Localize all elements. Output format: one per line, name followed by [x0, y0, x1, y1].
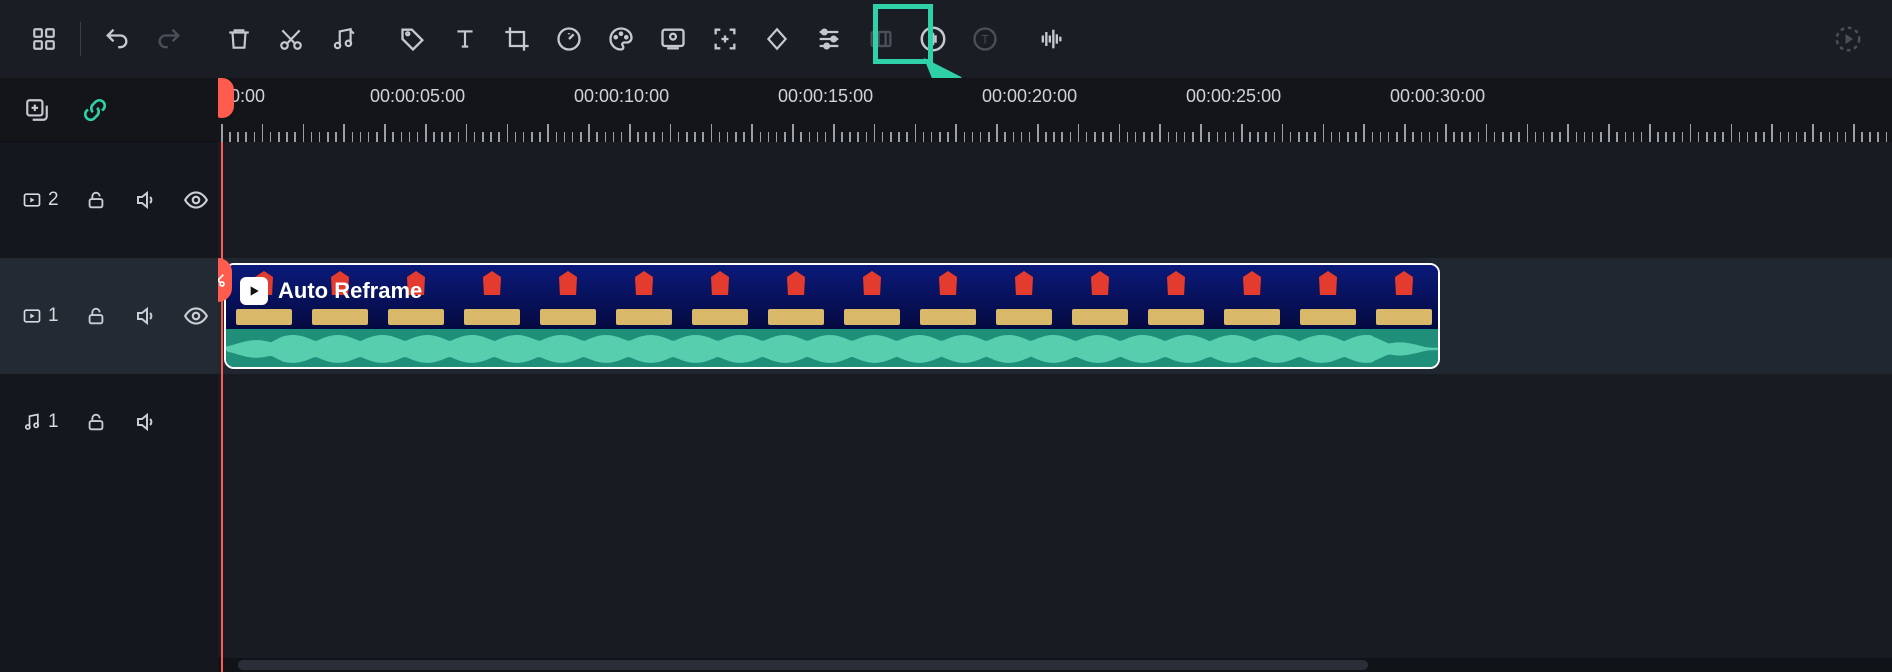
track-row-a1[interactable] [218, 374, 1892, 470]
text-icon[interactable] [439, 13, 491, 65]
beat-icon[interactable] [1025, 13, 1077, 65]
apps-icon[interactable] [18, 13, 70, 65]
track-label: 1 [48, 305, 59, 327]
track-type-audio-icon: 1 [22, 411, 59, 433]
clip-label: Auto Reframe [240, 277, 422, 305]
track-type-video-icon: 2 [22, 189, 59, 211]
time-ruler[interactable]: 00:00 00:00:05:00 00:00:10:00 00:00:15:0… [218, 78, 1892, 142]
tracks-area[interactable]: Auto Reframe [218, 142, 1892, 672]
mute-icon[interactable] [133, 303, 159, 329]
redo-icon[interactable] [143, 13, 195, 65]
speed-icon[interactable] [543, 13, 595, 65]
video-clip[interactable]: Auto Reframe [224, 263, 1440, 369]
timeline-area[interactable]: 00:00 00:00:05:00 00:00:10:00 00:00:15:0… [218, 78, 1892, 672]
ruler-label: 00:00:10:00 [574, 86, 669, 107]
delete-icon[interactable] [213, 13, 265, 65]
keyframe-icon[interactable] [751, 13, 803, 65]
undo-icon[interactable] [91, 13, 143, 65]
pip-icon[interactable] [647, 13, 699, 65]
scrollbar-thumb[interactable] [238, 660, 1368, 670]
lock-icon[interactable] [83, 187, 109, 213]
visibility-icon[interactable] [183, 303, 209, 329]
track-header-v2[interactable]: 2 [0, 142, 218, 258]
timeline-panel: 2 1 1 00:00 00:00:05:00 [0, 78, 1892, 672]
adjust-icon[interactable] [803, 13, 855, 65]
playhead[interactable] [221, 142, 223, 672]
ruler-label: 00:00:30:00 [1390, 86, 1485, 107]
lock-icon[interactable] [83, 303, 109, 329]
playhead-cap-icon[interactable] [218, 78, 234, 118]
frame-icon[interactable] [855, 13, 907, 65]
mute-icon[interactable] [133, 187, 159, 213]
track-row-v1[interactable]: Auto Reframe [218, 258, 1892, 374]
ruler-label: 00:00:20:00 [982, 86, 1077, 107]
mute-icon[interactable] [133, 409, 159, 435]
ruler-label: 00:00:05:00 [370, 86, 465, 107]
left-header [0, 78, 218, 142]
clip-title: Auto Reframe [278, 278, 422, 304]
crop-icon[interactable] [491, 13, 543, 65]
toolbar: T [0, 0, 1892, 78]
play-icon [240, 277, 268, 305]
toolbar-divider [80, 22, 81, 56]
focus-icon[interactable] [699, 13, 751, 65]
cut-icon[interactable] [265, 13, 317, 65]
lock-icon[interactable] [83, 409, 109, 435]
music-icon[interactable] [317, 13, 369, 65]
track-header-a1[interactable]: 1 [0, 374, 218, 470]
horizontal-scrollbar[interactable] [218, 658, 1892, 672]
render-icon[interactable] [1822, 13, 1874, 65]
track-row-v2[interactable] [218, 142, 1892, 258]
visibility-icon[interactable] [183, 187, 209, 213]
track-label: 1 [48, 411, 59, 433]
add-track-icon[interactable] [22, 95, 52, 125]
caption-icon[interactable]: T [959, 13, 1011, 65]
audio-sync-icon[interactable] [907, 13, 959, 65]
ruler-label: 00:00:15:00 [778, 86, 873, 107]
tag-icon[interactable] [387, 13, 439, 65]
track-header-v1[interactable]: 1 [0, 258, 218, 374]
svg-text:T: T [981, 34, 988, 47]
ruler-label: 00:00:25:00 [1186, 86, 1281, 107]
track-type-video-icon: 1 [22, 305, 59, 327]
clip-waveform [226, 329, 1438, 367]
link-icon[interactable] [80, 95, 110, 125]
color-icon[interactable] [595, 13, 647, 65]
track-headers-column: 2 1 1 [0, 78, 218, 672]
track-label: 2 [48, 189, 59, 211]
